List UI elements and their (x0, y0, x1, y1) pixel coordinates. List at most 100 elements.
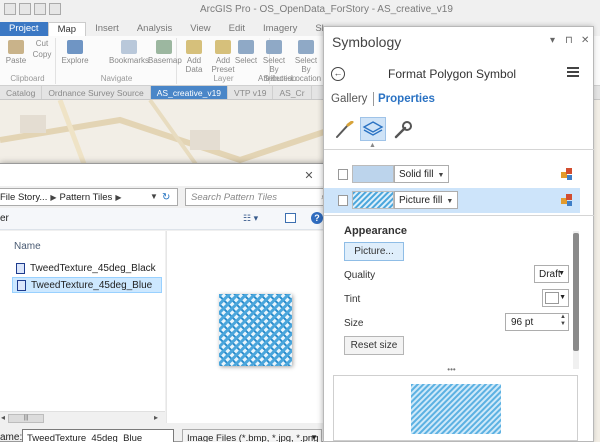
new-folder-button[interactable]: er (0, 213, 9, 224)
paintbrush-icon[interactable] (334, 121, 356, 139)
selection-group-label: Selection (263, 74, 297, 83)
layer-reorder-icon[interactable] (560, 193, 574, 207)
list-item[interactable]: TweedTexture_45deg_Black (12, 261, 162, 277)
change-view-icon[interactable]: ☷ ▾ (243, 213, 258, 224)
pin-icon[interactable]: ⊓ (565, 35, 573, 46)
layer-visibility-checkbox[interactable] (338, 195, 348, 206)
dialog-toolbar: er ☷ ▾ ? (0, 208, 340, 230)
list-item-selected[interactable]: TweedTexture_45deg_Blue (12, 277, 162, 293)
address-bar[interactable]: File Story... ▶ Pattern Tiles ▶ ▼ ↻ (0, 188, 178, 206)
size-label: Size (344, 318, 364, 329)
picture-button[interactable]: Picture... (344, 242, 404, 261)
symbol-layer-row-picture[interactable]: Picture fill ▼ (324, 188, 580, 213)
basemap-icon (156, 40, 172, 54)
reset-size-button[interactable]: Reset size (344, 336, 404, 355)
new-icon[interactable] (4, 3, 16, 15)
layer-type-label: Solid fill (399, 169, 434, 180)
chevron-down-icon[interactable]: ▼ (150, 192, 158, 201)
properties-tab[interactable]: Properties (378, 93, 435, 105)
symbology-pane: Symbology ▾ ⊓ ✕ ← Format Polygon Symbol … (323, 26, 594, 442)
breadcrumb-current[interactable]: Pattern Tiles (60, 192, 113, 203)
explore-button[interactable]: Explore (61, 40, 89, 65)
name-column-header[interactable]: Name (14, 241, 41, 252)
gallery-tab[interactable]: Gallery (331, 93, 367, 105)
chevron-down-icon: ▼ (310, 433, 318, 442)
select-button[interactable]: Select (232, 40, 260, 65)
quality-select[interactable]: Draft ▼ (534, 265, 569, 283)
tab-analysis[interactable]: Analysis (128, 22, 181, 36)
refresh-icon[interactable]: ↻ (162, 192, 170, 203)
clipboard-group-label: Clipboard (10, 74, 45, 83)
app-title: ArcGIS Pro - OS_OpenData_ForStory - AS_c… (200, 4, 453, 15)
clipboard-group: Paste Cut Copy Clipboard (0, 38, 56, 84)
search-input[interactable]: Search Pattern Tiles ⌕ (185, 188, 333, 206)
app-titlebar: ArcGIS Pro - OS_OpenData_ForStory - AS_c… (0, 0, 600, 22)
pane-title: Symbology (332, 34, 402, 50)
breadcrumb-parent[interactable]: File Story... (0, 192, 47, 203)
scroll-right-icon[interactable]: ▸ (154, 413, 158, 422)
chevron-down-icon: ▼ (558, 270, 565, 277)
vertical-scrollbar[interactable] (573, 231, 579, 369)
quick-access-toolbar (4, 3, 61, 15)
undo-icon[interactable] (49, 3, 61, 15)
open-icon[interactable] (19, 3, 31, 15)
preview-pane-icon[interactable] (285, 213, 296, 223)
wrench-icon[interactable] (392, 121, 414, 139)
add-data-button[interactable]: Add Data (180, 40, 208, 74)
copy-button[interactable]: Copy (28, 50, 56, 59)
view-tab-as-creative[interactable]: AS_creative_v19 (150, 86, 229, 99)
symbol-layer-row-solid[interactable]: Solid fill ▼ (324, 162, 580, 187)
save-icon[interactable] (34, 3, 46, 15)
scroll-left-icon[interactable]: ◂ (1, 413, 5, 422)
select-by-attributes-icon (266, 40, 282, 54)
paste-button[interactable]: Paste (2, 40, 30, 65)
filetype-select[interactable]: Image Files (*.bmp, *.jpg, *.png ▼ (182, 429, 322, 442)
breadcrumb-separator-icon[interactable]: ▶ (50, 193, 56, 202)
view-tab-as-cr[interactable]: AS_Cr (273, 86, 312, 99)
file-name: TweedTexture_45deg_Blue (31, 280, 153, 291)
spinner-icon[interactable]: ▲ ▼ (560, 314, 566, 328)
divider (324, 149, 594, 150)
format-header: Format Polygon Symbol (388, 67, 517, 81)
layer-type-dropdown[interactable]: Picture fill ▼ (394, 191, 459, 209)
layers-tab-button[interactable] (360, 117, 386, 141)
tab-imagery[interactable]: Imagery (254, 22, 306, 36)
basemap-button[interactable]: Basemap (148, 40, 182, 65)
tint-color-picker[interactable]: ▼ (542, 289, 569, 307)
breadcrumb-separator-icon[interactable]: ▶ (115, 193, 121, 202)
texture-preview-image (219, 294, 292, 366)
preview-splitter[interactable]: ••• (324, 366, 579, 374)
scroll-thumb[interactable] (573, 233, 579, 351)
tab-insert[interactable]: Insert (86, 22, 128, 36)
tab-view[interactable]: View (181, 22, 219, 36)
appearance-section-header[interactable]: Appearance (344, 225, 407, 237)
tab-project[interactable]: Project (0, 22, 48, 36)
dialog-close-button[interactable]: ✕ (302, 170, 316, 182)
view-tab-vtp[interactable]: VTP v19 (228, 86, 274, 99)
view-tab-catalog[interactable]: Catalog (0, 86, 43, 99)
size-input[interactable]: 96 pt ▲ ▼ (505, 313, 569, 331)
help-icon[interactable]: ? (311, 212, 323, 224)
layer-visibility-checkbox[interactable] (338, 169, 348, 180)
filetype-value: Image Files (*.bmp, *.jpg, *.png (187, 433, 319, 442)
scroll-thumb[interactable]: ||| (8, 414, 44, 423)
tab-edit[interactable]: Edit (220, 22, 254, 36)
back-arrow-icon[interactable]: ← (331, 67, 345, 81)
horizontal-scrollbar[interactable]: ◂ ||| ▸ (0, 411, 165, 424)
tab-map[interactable]: Map (47, 22, 87, 36)
cut-button[interactable]: Cut (28, 39, 56, 48)
view-tab-os-source[interactable]: Ordnance Survey Source (42, 86, 151, 99)
select-icon (238, 40, 254, 54)
close-icon[interactable]: ✕ (581, 35, 589, 46)
bookmarks-button[interactable]: Bookmarks (109, 40, 149, 65)
layer-reorder-icon[interactable] (560, 167, 574, 181)
explore-icon (67, 40, 83, 54)
paste-icon (8, 40, 24, 54)
filename-input[interactable]: TweedTexture_45deg_Blue (22, 429, 174, 442)
search-placeholder: Search Pattern Tiles (191, 192, 277, 203)
solid-fill-swatch (352, 165, 394, 183)
pane-options-icon[interactable]: ▾ (550, 35, 555, 46)
menu-icon[interactable] (567, 67, 579, 79)
layer-type-dropdown[interactable]: Solid fill ▼ (394, 165, 450, 183)
picture-fill-swatch (352, 191, 394, 209)
